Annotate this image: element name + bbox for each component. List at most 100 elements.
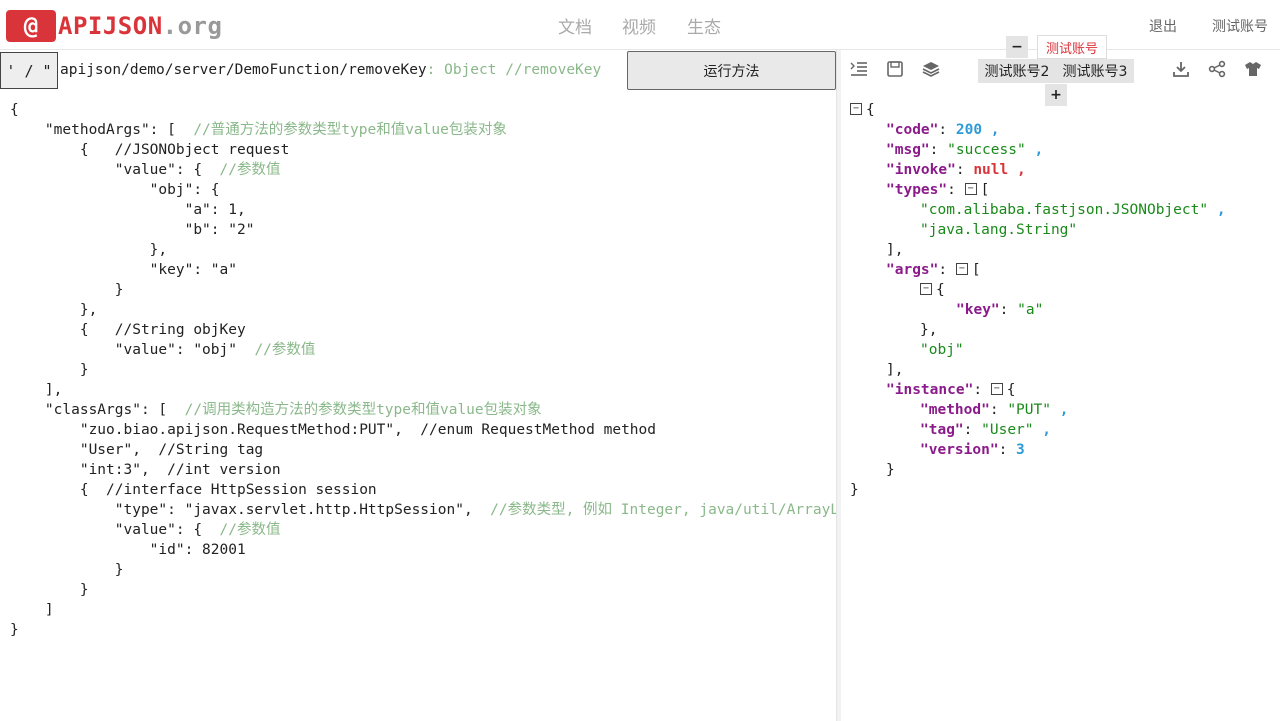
editor-line: "type": "javax.servlet.http.HttpSession"… — [10, 500, 836, 520]
response-viewer: −{ "code": 200 , "msg": "success" , "inv… — [850, 102, 1226, 498]
resp-type-1: "java.lang.String" — [920, 222, 1078, 238]
resp-instance-version: 3 — [1016, 442, 1025, 458]
editor-line: ] — [10, 600, 54, 620]
panel-divider[interactable] — [836, 50, 841, 721]
resp-invoke: null — [973, 162, 1009, 178]
collapse-root-icon[interactable]: − — [850, 103, 862, 115]
layers-icon[interactable] — [922, 60, 940, 78]
editor-code: { — [10, 102, 19, 118]
editor-code: }, — [10, 302, 98, 318]
account-tab-2[interactable]: 测试账号2 — [978, 59, 1056, 83]
editor-line: { //String objKey — [10, 320, 246, 340]
resp-instance-tag: "User" — [981, 422, 1034, 438]
editor-code: "key": "a" — [10, 262, 237, 278]
resp-arg-obj: "obj" — [920, 342, 964, 358]
editor-code: "int:3", //int version — [10, 462, 281, 478]
method-toggle-button[interactable]: ' / " — [0, 52, 58, 89]
editor-comment: //普通方法的参数类型type和值value包装对象 — [193, 122, 507, 138]
editor-line: { //JSONObject request — [10, 140, 290, 160]
editor-code: "zuo.biao.apijson.RequestMethod:PUT", //… — [10, 422, 657, 438]
editor-code: }, — [10, 242, 168, 258]
editor-code: } — [10, 282, 124, 298]
editor-line: "int:3", //int version — [10, 460, 281, 480]
editor-comment: //参数类型, 例如 Integer, java/util/ArrayList — [490, 502, 836, 518]
editor-line: ], — [10, 380, 62, 400]
editor-line: "value": { //参数值 — [10, 160, 281, 180]
editor-line: "value": "obj" //参数值 — [10, 340, 316, 360]
editor-code: "b": "2" — [10, 222, 255, 238]
editor-line: { — [10, 100, 19, 120]
editor-line: "User", //String tag — [10, 440, 263, 460]
download-icon[interactable] — [1172, 60, 1190, 78]
editor-code: { //JSONObject request — [10, 142, 290, 158]
editor-line: } — [10, 580, 89, 600]
editor-line: "a": 1, — [10, 200, 246, 220]
editor-code: } — [10, 622, 19, 638]
resp-code: 200 — [955, 122, 983, 138]
editor-code: } — [10, 562, 124, 578]
url-input[interactable]: apijson/demo/server/DemoFunction/removeK… — [60, 62, 601, 78]
editor-code: "a": 1, — [10, 202, 246, 218]
editor-line: } — [10, 560, 124, 580]
save-icon[interactable] — [886, 60, 904, 78]
editor-code: "type": "javax.servlet.http.HttpSession"… — [10, 502, 491, 518]
resp-type-0: "com.alibaba.fastjson.JSONObject" — [920, 202, 1209, 218]
remove-account-button[interactable]: − — [1006, 36, 1028, 58]
editor-line: "key": "a" — [10, 260, 237, 280]
url-type-hint: : Object //removeKey — [426, 62, 602, 78]
editor-code: ] — [10, 602, 54, 618]
resp-msg: "success" — [947, 142, 1026, 158]
editor-code: "User", //String tag — [10, 442, 264, 458]
editor-line: "methodArgs": [ //普通方法的参数类型type和值value包装… — [10, 120, 507, 140]
logo-name: APIJSON — [58, 12, 163, 40]
collapse-types-icon[interactable]: − — [964, 183, 977, 195]
editor-line: } — [10, 360, 89, 380]
editor-code: "id": 82001 — [10, 542, 246, 558]
editor-code: "obj": { — [10, 182, 220, 198]
collapse-instance-icon[interactable]: − — [990, 383, 1003, 395]
share-icon[interactable] — [1208, 60, 1226, 78]
editor-line: "b": "2" — [10, 220, 255, 240]
editor-line: } — [10, 280, 124, 300]
editor-line: { //interface HttpSession session — [10, 480, 377, 500]
account-link[interactable]: 测试账号 — [1212, 16, 1268, 36]
list-indent-icon[interactable] — [850, 60, 868, 78]
nav-video[interactable]: 视频 — [622, 13, 656, 38]
editor-comment: //参数值 — [254, 342, 316, 358]
editor-line: "obj": { — [10, 180, 220, 200]
logo-suffix: .org — [162, 12, 223, 40]
editor-code: "classArgs": [ — [10, 402, 185, 418]
apijson-logo[interactable]: @ APIJSON .org — [6, 10, 222, 42]
editor-code: "methodArgs": [ — [10, 122, 194, 138]
logo-badge-icon: @ — [6, 10, 56, 42]
editor-comment: //参数值 — [219, 522, 281, 538]
editor-code: "value": { — [10, 162, 220, 178]
editor-line: }, — [10, 300, 97, 320]
nav-docs[interactable]: 文档 — [558, 13, 592, 38]
editor-line: } — [10, 620, 19, 640]
editor-line: "value": { //参数值 — [10, 520, 281, 540]
resp-arg-key: "a" — [1017, 302, 1044, 318]
editor-code: "value": { — [10, 522, 220, 538]
nav-ecosystem[interactable]: 生态 — [687, 13, 721, 38]
request-editor[interactable]: { "methodArgs": [ //普通方法的参数类型type和值value… — [0, 100, 836, 721]
editor-code: } — [10, 362, 89, 378]
current-account-tab[interactable]: 测试账号 — [1037, 35, 1107, 59]
collapse-args-icon[interactable]: − — [955, 263, 968, 275]
editor-code: "value": "obj" — [10, 342, 255, 358]
editor-comment: //调用类构造方法的参数类型type和值value包装对象 — [184, 402, 542, 418]
editor-line: "id": 82001 — [10, 540, 246, 560]
editor-comment: //参数值 — [219, 162, 281, 178]
editor-code: } — [10, 582, 89, 598]
editor-line: "zuo.biao.apijson.RequestMethod:PUT", //… — [10, 420, 656, 440]
run-method-button[interactable]: 运行方法 — [627, 51, 836, 90]
account-tab-3[interactable]: 测试账号3 — [1056, 59, 1134, 83]
editor-line: }, — [10, 240, 167, 260]
resp-instance-method: "PUT" — [1007, 402, 1051, 418]
collapse-arg0-icon[interactable]: − — [920, 283, 932, 295]
editor-code: ], — [10, 382, 63, 398]
editor-code: { //interface HttpSession session — [10, 482, 377, 498]
logout-link[interactable]: 退出 — [1149, 16, 1177, 36]
url-path: apijson/demo/server/DemoFunction/removeK… — [60, 62, 427, 78]
shirt-icon[interactable] — [1244, 60, 1262, 78]
